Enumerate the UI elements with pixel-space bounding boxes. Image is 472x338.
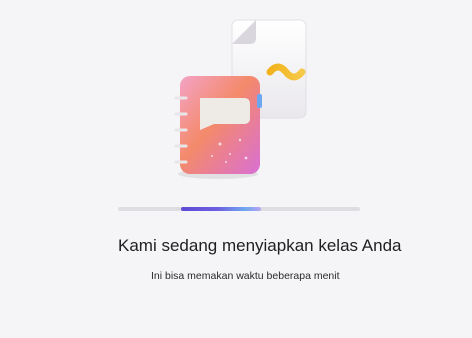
notebook-with-document-icon [174, 19, 307, 179]
page-subtitle: Ini bisa memakan waktu beberapa menit [151, 270, 340, 282]
loading-progress-fill [180, 207, 261, 211]
page-title: Kami sedang menyiapkan kelas Anda [118, 236, 402, 255]
loading-progress-bar [118, 207, 360, 211]
notebook-icon [174, 76, 262, 174]
